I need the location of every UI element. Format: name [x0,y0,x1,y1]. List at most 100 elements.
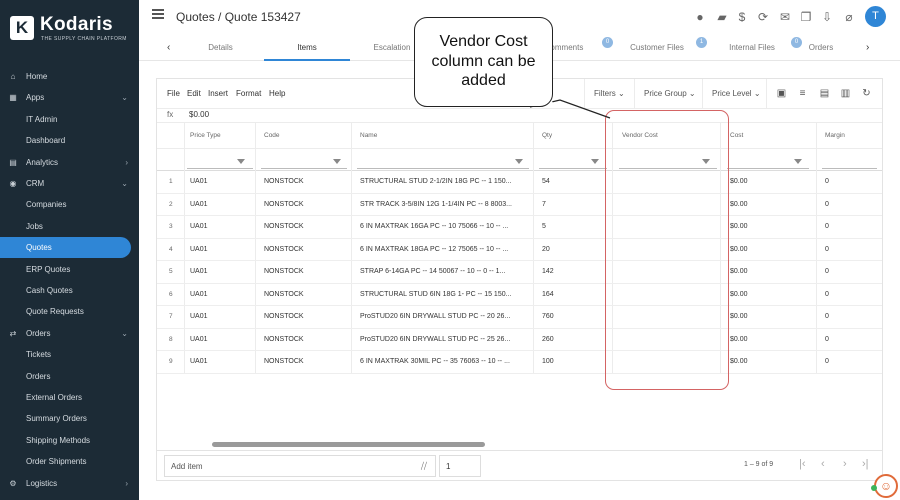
table-row[interactable]: 1 UA01 NONSTOCK STRUCTURAL STUD 2-1/2IN 18G… [157,171,882,194]
cell-cost[interactable]: $0.00 [730,268,748,275]
table-row[interactable]: 7 UA01 NONSTOCK ProSTUD20 6IN DRYWALL STUD … [157,306,882,329]
row-number[interactable]: 7 [169,313,173,320]
truck-icon[interactable]: ▰ [715,10,729,24]
sidebar-item-cash-quotes[interactable]: Cash Quotes [0,280,139,301]
sidebar-item-external-orders[interactable]: External Orders [0,387,139,408]
filter-cost[interactable] [727,151,809,169]
cell-price-type[interactable]: UA01 [190,291,208,298]
barcode-scan-icon[interactable]: ⧸⧸ [421,461,427,472]
table-row[interactable]: 4 UA01 NONSTOCK 6 IN MAXTRAK 18GA PC -- 12 … [157,239,882,261]
user-avatar[interactable]: T [865,6,886,27]
cell-name[interactable]: ProSTUD20 6IN DRYWALL STUD PC -- 25 26..… [360,336,510,343]
sidebar-item-orders[interactable]: ⇄ Orders ⌄ [0,323,139,344]
tab-items[interactable]: Items [264,43,350,52]
cell-price-type[interactable]: UA01 [190,246,208,253]
last-page-icon[interactable]: ›| [862,458,869,470]
tabs-scroll-left-icon[interactable]: ‹ [167,42,170,53]
col-header-cost[interactable]: Cost [730,132,743,139]
row-number[interactable]: 8 [169,336,173,343]
add-item-input[interactable]: Add item ⧸⧸ [164,455,436,477]
sidebar-item-it-admin[interactable]: IT Admin [0,109,139,130]
cell-name[interactable]: STR TRACK 3-5/8IN 12G 1-1/4IN PC -- 8 80… [360,201,512,208]
col-header-name[interactable]: Name [360,132,377,139]
cell-name[interactable]: 6 IN MAXTRAK 30MIL PC -- 35 76063 -- 10 … [360,358,510,365]
cell-qty[interactable]: 760 [542,313,554,320]
columns-icon[interactable]: ▥ [840,88,851,99]
filter-margin[interactable] [822,151,877,169]
row-number[interactable]: 3 [169,223,173,230]
cell-name[interactable]: 6 IN MAXTRAK 18GA PC -- 12 75065 -- 10 -… [360,246,508,253]
sidebar-item-shipping-methods[interactable]: Shipping Methods [0,430,139,451]
table-row[interactable]: 8 UA01 NONSTOCK ProSTUD20 6IN DRYWALL STUD … [157,329,882,351]
mail-icon[interactable]: ✉ [778,10,792,24]
cell-qty[interactable]: 5 [542,223,546,230]
cell-cost[interactable]: $0.00 [730,201,748,208]
sidebar-item-tickets[interactable]: Tickets [0,344,139,365]
filters-dropdown[interactable]: Filters ⌄ [584,79,634,108]
cell-code[interactable]: NONSTOCK [264,358,304,365]
row-number[interactable]: 4 [169,246,173,253]
cell-margin[interactable]: 0 [825,178,829,185]
col-header-code[interactable]: Code [264,132,280,139]
tab-internal-files[interactable]: Internal Files 0 [707,37,802,52]
cell-qty[interactable]: 54 [542,178,550,185]
sidebar-item-erp-quotes[interactable]: ERP Quotes [0,259,139,280]
table-row[interactable]: 9 UA01 NONSTOCK 6 IN MAXTRAK 30MIL PC -- 35… [157,351,882,374]
cell-margin[interactable]: 0 [825,246,829,253]
sidebar-item-orders[interactable]: Orders [0,366,139,387]
cell-code[interactable]: NONSTOCK [264,313,304,320]
price-group-dropdown[interactable]: Price Group ⌄ [634,79,702,108]
first-page-icon[interactable]: |‹ [799,458,806,470]
cell-cost[interactable]: $0.00 [730,313,748,320]
download-file-icon[interactable]: ⇩ [820,10,834,24]
cell-cost[interactable]: $0.00 [730,291,748,298]
price-level-dropdown[interactable]: Price Level ⌄ [702,79,766,108]
cell-code[interactable]: NONSTOCK [264,223,304,230]
menu-insert[interactable]: Insert [208,89,228,98]
cell-qty[interactable]: 164 [542,291,554,298]
refresh-dollar-icon[interactable]: ⟳ [756,10,770,24]
cell-cost[interactable]: $0.00 [730,178,748,185]
sidebar-item-crm[interactable]: ◉ CRM ⌄ [0,173,139,194]
dollar-icon[interactable]: ▣ [776,88,787,99]
comment-icon[interactable]: ▤ [819,88,830,99]
cell-price-type[interactable]: UA01 [190,358,208,365]
cell-price-type[interactable]: UA01 [190,201,208,208]
prev-page-icon[interactable]: ‹ [821,458,825,470]
cell-price-type[interactable]: UA01 [190,313,208,320]
tabs-scroll-right-icon[interactable]: › [866,42,869,53]
table-row[interactable]: 6 UA01 NONSTOCK STRUCTURAL STUD 6IN 18G 1- … [157,284,882,306]
row-number[interactable]: 6 [169,291,173,298]
sidebar-item-quotes[interactable]: Quotes [0,237,131,259]
col-header-margin[interactable]: Margin [825,132,845,139]
cell-code[interactable]: NONSTOCK [264,268,304,275]
kodaris-logo[interactable]: K Kodaris THE SUPPLY CHAIN PLATFORM [10,14,132,46]
cell-qty[interactable]: 100 [542,358,554,365]
cell-qty[interactable]: 7 [542,201,546,208]
cell-margin[interactable]: 0 [825,313,829,320]
dollar-bill-icon[interactable]: $ [735,10,749,24]
add-item-qty-input[interactable]: 1 [439,455,481,477]
chat-support-icon[interactable]: ☺ [874,474,898,498]
row-number[interactable]: 5 [169,268,173,275]
cell-qty[interactable]: 142 [542,268,554,275]
cell-qty[interactable]: 260 [542,336,554,343]
tab-orders[interactable]: Orders [800,43,842,52]
cell-name[interactable]: STRUCTURAL STUD 2-1/2IN 18G PC -- 1 150.… [360,178,511,185]
location-pin-icon[interactable]: ● [693,10,707,24]
table-row[interactable]: 3 UA01 NONSTOCK 6 IN MAXTRAK 16GA PC -- 10 … [157,216,882,239]
cell-qty[interactable]: 20 [542,246,550,253]
cell-code[interactable]: NONSTOCK [264,336,304,343]
cell-code[interactable]: NONSTOCK [264,178,304,185]
sidebar-item-apps[interactable]: ▦ Apps ⌄ [0,87,139,108]
horizontal-scrollbar[interactable] [212,442,485,447]
menu-help[interactable]: Help [269,89,285,98]
cell-name[interactable]: 6 IN MAXTRAK 16GA PC -- 10 75066 -- 10 -… [360,223,508,230]
next-page-icon[interactable]: › [843,458,847,470]
tab-details[interactable]: Details [194,43,247,52]
cell-cost[interactable]: $0.00 [730,336,748,343]
sidebar-item-summary-orders[interactable]: Summary Orders [0,408,139,429]
cell-code[interactable]: NONSTOCK [264,201,304,208]
table-row[interactable]: 5 UA01 NONSTOCK STRAP 6-14GA PC -- 14 50067… [157,261,882,284]
row-number[interactable]: 9 [169,358,173,365]
